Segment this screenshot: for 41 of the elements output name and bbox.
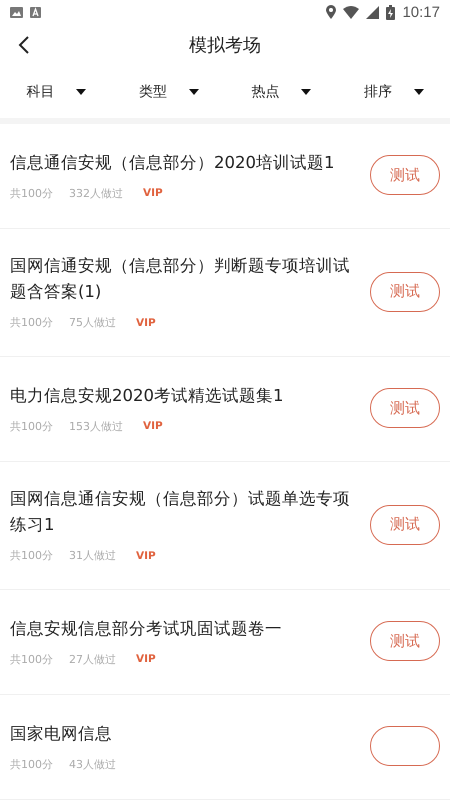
exam-title[interactable]: 国网信通安规（信息部分）判断题专项培训试题含答案(1) [10, 253, 356, 305]
location-icon [326, 5, 336, 19]
image-icon [10, 6, 23, 18]
vip-tag: VIP [136, 653, 156, 665]
page-title: 模拟考场 [189, 34, 261, 57]
vip-tag: VIP [136, 316, 156, 328]
exam-score: 共100分 [10, 652, 53, 666]
exam-title[interactable]: 信息安规信息部分考试巩固试题卷一 [10, 616, 356, 642]
signal-icon [366, 6, 380, 18]
exam-score: 共100分 [10, 418, 53, 434]
exam-takers: 75人做过 [69, 315, 116, 330]
wifi-icon [343, 6, 360, 18]
dropdown-icon [301, 89, 312, 95]
filter-dropdown[interactable]: 类型 [112, 83, 225, 101]
exam-takers: 27人做过 [69, 652, 116, 666]
battery-icon [386, 4, 396, 20]
filter-dropdown[interactable]: 热点 [225, 83, 338, 101]
exam-takers: 31人做过 [69, 548, 116, 563]
exam-score: 共100分 [10, 186, 53, 200]
exam-takers: 153人做过 [69, 418, 123, 434]
vip-tag: VIP [136, 550, 156, 562]
letter-icon [30, 6, 41, 18]
dropdown-icon [188, 89, 199, 95]
exam-title[interactable]: 国网信息通信安规（信息部分）试题单选专项练习1 [10, 486, 356, 538]
vip-tag: VIP [143, 420, 163, 432]
exam-takers: 332人做过 [69, 186, 123, 200]
dropdown-icon [414, 89, 424, 95]
back-icon[interactable] [18, 36, 30, 54]
filter-dropdown[interactable]: 科目 [0, 83, 112, 101]
filter-dropdown[interactable]: 排序 [338, 83, 450, 101]
exam-takers: 43人做过 [69, 756, 116, 772]
exam-score: 共100分 [10, 315, 53, 330]
test-button[interactable] [370, 726, 440, 766]
exam-score: 共100分 [10, 548, 53, 563]
clock-time: 10:17 [402, 4, 440, 20]
dropdown-icon [76, 89, 86, 95]
exam-title[interactable]: 国家电网信息 [10, 720, 356, 746]
exam-title[interactable]: 电力信息安规2020考试精选试题集1 [10, 382, 356, 408]
exam-score: 共100分 [10, 756, 53, 772]
exam-title[interactable]: 信息通信安规（信息部分）2020培训试题1 [10, 150, 356, 176]
vip-tag: VIP [143, 187, 163, 199]
